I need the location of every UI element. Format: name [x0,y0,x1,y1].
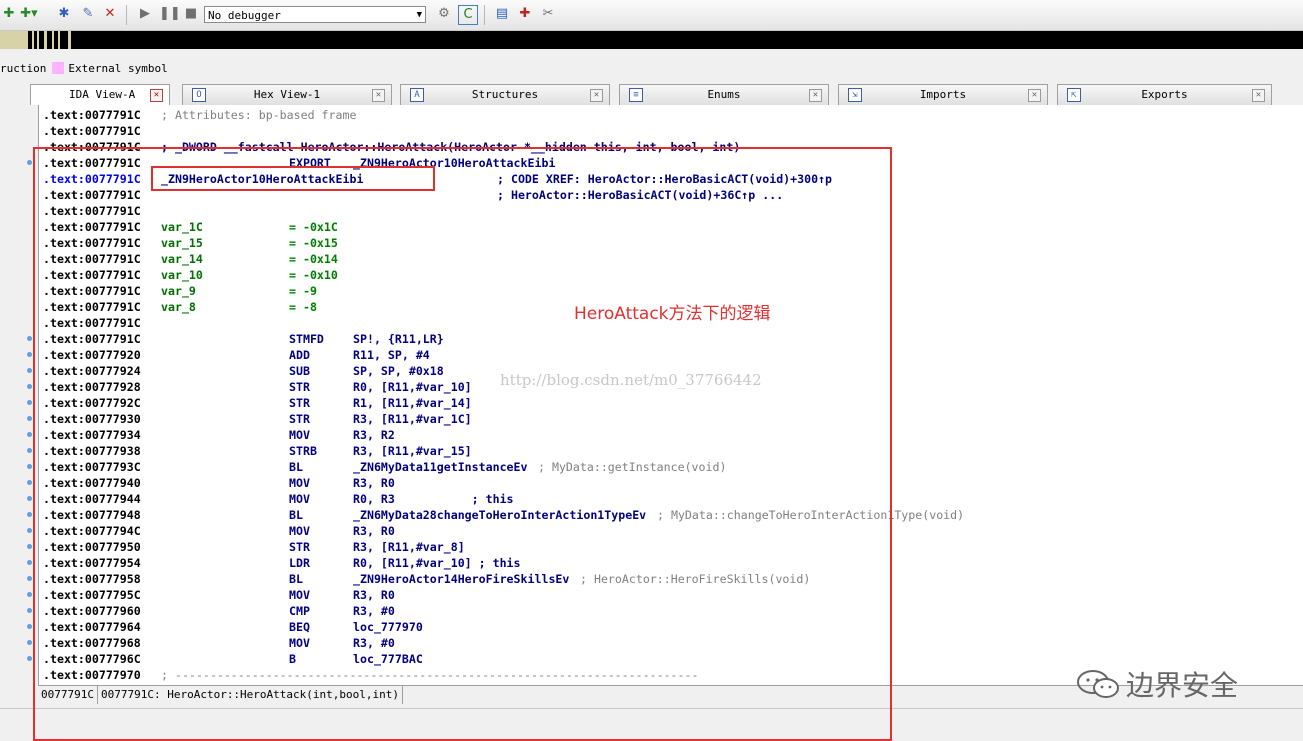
add-dropdown-icon[interactable]: ✚▾ [20,5,38,23]
flow-dot [27,608,32,613]
flow-dot [27,384,32,389]
tab-structures[interactable]: A Structures ✕ [400,84,610,105]
settings-icon[interactable]: ⚙ [435,5,453,23]
line-address: .text:0077791C [43,108,141,122]
close-icon[interactable]: ✕ [372,89,385,102]
flow-dot [27,592,32,597]
tab-exports[interactable]: ⇱ Exports ✕ [1057,84,1272,105]
flow-dot [27,368,32,373]
listing-line[interactable]: .text:0077791C ; Attributes: bp-based fra… [43,107,1293,123]
listing-line[interactable]: .text:0077791C [43,123,1293,139]
flow-dot [27,480,32,485]
flow-dot [27,432,32,437]
flow-dot [27,160,32,165]
debugger-select-value: No debugger [208,9,281,22]
tab-hex-view[interactable]: O Hex View-1 ✕ [182,84,392,105]
brand-text: 边界安全 [1126,669,1239,702]
toolbar-separator [126,5,127,25]
flow-dot [27,640,32,645]
plugin-icon[interactable]: ✱ [55,5,73,23]
view-icon[interactable]: ▤ [493,5,511,23]
flow-dot [27,416,32,421]
flow-dot [27,464,32,469]
tools-icon[interactable]: ✂ [539,5,557,23]
code-icon[interactable]: C [458,5,478,25]
flow-dot [27,400,32,405]
flow-dot [27,624,32,629]
toolbar-separator [484,5,485,25]
flow-dot [27,448,32,453]
legend-swatch [52,62,65,74]
line-address: .text:0077791C [43,124,141,138]
stop-icon[interactable]: ■ [182,5,200,23]
tab-label: Enums [707,88,741,101]
tab-enums[interactable]: ≡ Enums ✕ [619,84,829,105]
edit-icon[interactable]: ✎ [79,5,97,23]
flow-dot [27,352,32,357]
close-icon[interactable]: ✕ [809,89,822,102]
breakpoint-icon[interactable]: ✚ [516,5,534,23]
flow-dot [27,544,32,549]
play-icon[interactable]: ▶ [136,5,154,23]
close-icon[interactable]: ✕ [1028,89,1041,102]
flow-dot [27,336,32,341]
close-icon[interactable]: ✕ [150,89,163,102]
annotation-text: HeroAttack方法下的逻辑 [574,304,771,324]
function-name-highlight [151,166,435,191]
tab-label: Structures [471,88,539,101]
tab-label: Hex View-1 [253,88,321,101]
watermark: http://blog.csdn.net/m0_37766442 [500,371,762,389]
tab-bar: IDA View-A ✕ O Hex View-1 ✕ A Structures… [0,84,1303,105]
brand-watermark: 边界安全 [1076,664,1238,704]
flow-dot [27,560,32,565]
pause-icon[interactable]: ❚❚ [159,5,181,23]
line-comment: ; Attributes: bp-based frame [161,108,357,122]
chevron-down-icon[interactable]: ▼ [417,7,422,24]
legend: ruction External symbol [0,62,168,75]
legend-prefix: ruction [0,62,47,75]
close-icon[interactable]: ✕ [590,89,603,102]
delete-icon[interactable]: ✕ [101,5,119,23]
debugger-select[interactable]: No debugger ▼ [204,6,426,23]
tab-label: Imports [919,88,967,101]
toolbar: ✚ ✚▾ ✱ ✎ ✕ ▶ ❚❚ ■ No debugger ▼ ⚙ C ▤ ✚ … [0,0,1303,31]
flow-dot [27,496,32,501]
tab-ida-view-a[interactable]: IDA View-A ✕ [30,84,170,105]
navigation-band[interactable] [0,31,1303,49]
flow-dot [27,512,32,517]
flow-dot [27,656,32,661]
close-icon[interactable]: ✕ [1252,89,1265,102]
wechat-icon [1077,670,1119,698]
flow-dot [27,576,32,581]
flow-dot [27,528,32,533]
tab-label: Exports [1141,88,1188,101]
highlight-box [33,147,892,741]
tab-imports[interactable]: ⇲ Imports ✕ [838,84,1048,105]
legend-label: External symbol [68,62,168,75]
add-icon[interactable]: ✚ [0,5,18,23]
